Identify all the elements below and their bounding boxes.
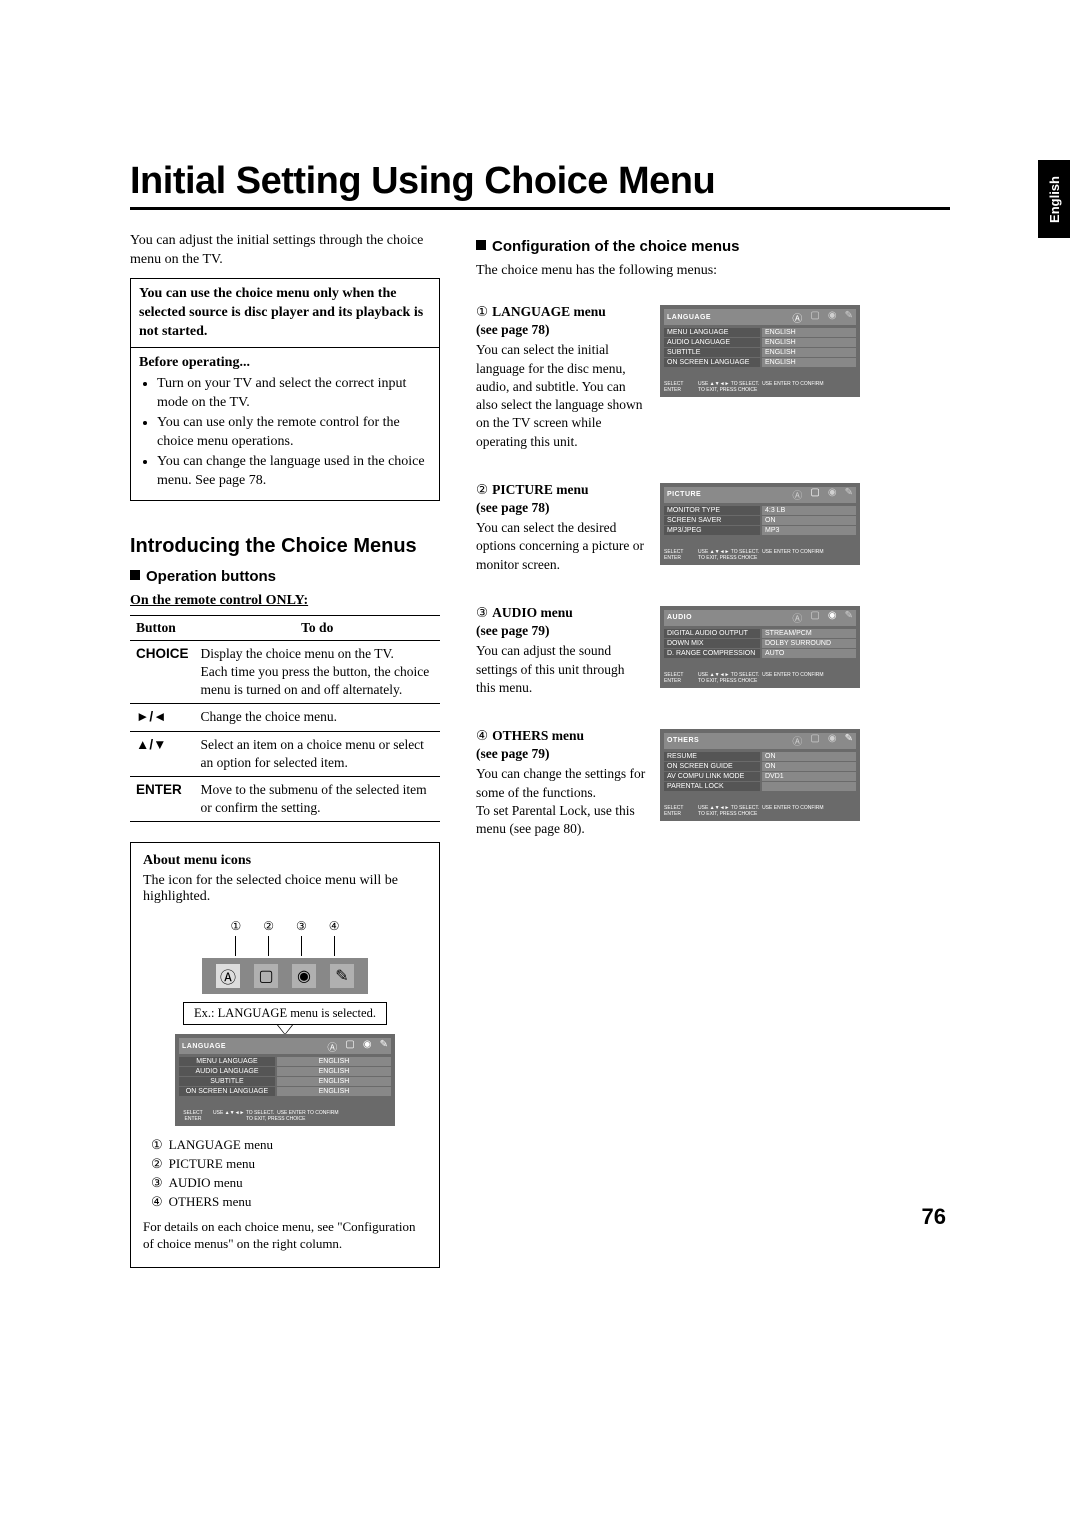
language-icon: Ⓐ (327, 1039, 337, 1054)
others-icon: ✎ (845, 610, 853, 625)
config-menu-item: ④OTHERS menu(see page 79) You can change … (476, 727, 946, 838)
picture-icon: ▢ (810, 487, 819, 502)
button-table: Button To do CHOICE Display the choice m… (130, 615, 440, 823)
details-note: For details on each choice menu, see "Co… (143, 1218, 427, 1253)
list-item: You can change the language used in the … (157, 453, 431, 491)
config-menu-description: You can select the desired options conce… (476, 519, 646, 574)
configuration-heading: Configuration of the choice menus (476, 238, 946, 255)
before-operating-list: Turn on your TV and select the correct i… (139, 375, 431, 490)
configuration-intro: The choice menu has the following menus: (476, 263, 946, 279)
others-icon: ✎ (380, 1039, 388, 1054)
picture-icon: ▢ (810, 733, 819, 748)
before-operating-box: Before operating... Turn on your TV and … (130, 348, 440, 500)
button-description: Display the choice menu on the TV. Each … (195, 640, 440, 704)
table-row: ENTER Move to the submenu of the selecte… (130, 777, 440, 822)
config-menu-title: ②PICTURE menu (476, 481, 646, 499)
config-menu-item: ②PICTURE menu(see page 78) You can select… (476, 481, 946, 574)
list-item: Turn on your TV and select the correct i… (157, 375, 431, 413)
button-description: Select an item on a choice menu or selec… (195, 731, 440, 776)
language-icon: Ⓐ (792, 310, 802, 325)
config-menu-title: ③AUDIO menu (476, 604, 646, 622)
osd-screenshot: AUDIO Ⓐ▢◉✎ DIGITAL AUDIO OUTPUTSTREAM/PC… (660, 606, 860, 688)
table-header-button: Button (130, 615, 195, 640)
config-menu-description: You can select the initial language for … (476, 341, 646, 450)
audio-icon: ◉ (828, 310, 837, 325)
picture-icon: ▢ (810, 610, 819, 625)
config-menu-see-page: (see page 79) (476, 745, 646, 763)
config-menu-see-page: (see page 78) (476, 321, 646, 339)
page-title: Initial Setting Using Choice Menu (130, 160, 950, 203)
config-menu-item: ③AUDIO menu(see page 79) You can adjust t… (476, 604, 946, 697)
button-label: ▲/▼ (130, 731, 195, 776)
audio-icon: ◉ (828, 733, 837, 748)
others-icon: ✎ (330, 964, 354, 988)
button-description: Change the choice menu. (195, 704, 440, 731)
config-menu-item: ①LANGUAGE menu(see page 78) You can selec… (476, 303, 946, 451)
picture-icon: ▢ (345, 1039, 354, 1054)
note-box: You can use the choice menu only when th… (130, 278, 440, 349)
config-menu-see-page: (see page 79) (476, 622, 646, 640)
introducing-heading: Introducing the Choice Menus (130, 535, 440, 558)
config-menu-title: ④OTHERS menu (476, 727, 646, 745)
language-icon: Ⓐ (792, 610, 802, 625)
button-label: ►/◄ (130, 704, 195, 731)
table-header-todo: To do (195, 615, 440, 640)
language-tab: English (1038, 160, 1070, 238)
button-label: ENTER (130, 777, 195, 822)
before-operating-heading: Before operating... (139, 354, 431, 373)
config-menu-description: You can change the settings for some of … (476, 765, 646, 838)
table-row: CHOICE Display the choice menu on the TV… (130, 640, 440, 704)
operation-buttons-heading: Operation buttons (130, 568, 440, 585)
about-icons-menu-list: ①LANGUAGE menu ②PICTURE menu ③AUDIO menu… (151, 1136, 427, 1211)
audio-icon: ◉ (363, 1039, 372, 1054)
language-icon: Ⓐ (216, 964, 240, 988)
audio-icon: ◉ (828, 487, 837, 502)
about-icons-box: About menu icons The icon for the select… (130, 842, 440, 1267)
title-rule (130, 207, 950, 210)
example-illustration: ① ② ③ ④ Ⓐ ▢ ◉ ✎ Ex.: LANGUAGE menu is se… (143, 919, 427, 1126)
example-osd: LANGUAGE Ⓐ ▢ ◉ ✎ MENU LANGUAGEENGLISH AU… (175, 1034, 395, 1126)
table-row: ►/◄ Change the choice menu. (130, 704, 440, 731)
page-number: 76 (922, 1204, 946, 1230)
intro-paragraph: You can adjust the initial settings thro… (130, 232, 440, 270)
others-icon: ✎ (845, 487, 853, 502)
button-label: CHOICE (130, 640, 195, 704)
language-icon: Ⓐ (792, 733, 802, 748)
about-icons-text: The icon for the selected choice menu wi… (143, 873, 427, 905)
osd-screenshot: OTHERS Ⓐ▢◉✎ RESUMEONON SCREEN GUIDEONAV … (660, 729, 860, 821)
audio-icon: ◉ (828, 610, 837, 625)
table-row: ▲/▼ Select an item on a choice menu or s… (130, 731, 440, 776)
language-icon: Ⓐ (792, 487, 802, 502)
config-menu-description: You can adjust the sound settings of thi… (476, 642, 646, 697)
others-icon: ✎ (845, 310, 853, 325)
audio-icon: ◉ (292, 964, 316, 988)
config-menu-title: ①LANGUAGE menu (476, 303, 646, 321)
picture-icon: ▢ (254, 964, 278, 988)
others-icon: ✎ (845, 733, 853, 748)
picture-icon: ▢ (810, 310, 819, 325)
icon-strip: Ⓐ ▢ ◉ ✎ (202, 958, 368, 994)
osd-screenshot: LANGUAGE Ⓐ▢◉✎ MENU LANGUAGEENGLISHAUDIO … (660, 305, 860, 397)
example-label: Ex.: LANGUAGE menu is selected. (183, 1002, 387, 1025)
list-item: You can use only the remote control for … (157, 414, 431, 452)
osd-screenshot: PICTURE Ⓐ▢◉✎ MONITOR TYPE4:3 LBSCREEN SA… (660, 483, 860, 565)
remote-only-note: On the remote control ONLY: (130, 593, 440, 609)
config-menu-see-page: (see page 78) (476, 499, 646, 517)
about-icons-title: About menu icons (143, 853, 427, 869)
button-description: Move to the submenu of the selected item… (195, 777, 440, 822)
